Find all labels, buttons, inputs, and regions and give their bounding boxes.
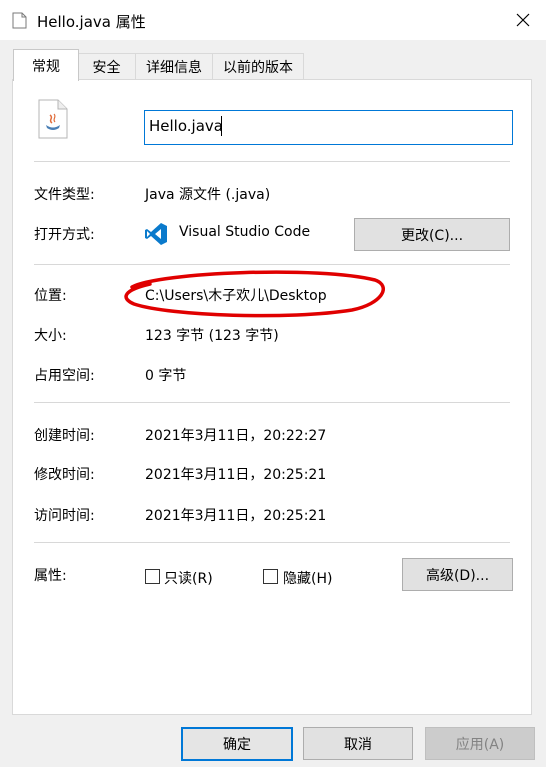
size-on-disk-label: 占用空间: [34,368,95,384]
filename-input[interactable]: Hello.java [144,110,513,145]
ok-button-label: 确定 [223,737,251,753]
size-value: 123 字节 (123 字节) [145,328,279,344]
vscode-icon [145,223,167,245]
java-file-icon [38,99,68,139]
separator [34,161,510,162]
readonly-checkbox[interactable] [145,569,160,584]
tab-general-label: 常规 [32,58,60,75]
tab-general[interactable]: 常规 [13,49,79,81]
tab-previous-versions-label: 以前的版本 [223,59,293,76]
close-icon [516,13,530,27]
readonly-label: 只读(R) [164,571,213,587]
tab-security-label: 安全 [92,59,121,76]
properties-dialog: Hello.java 属性 常规 安全 详细信息 以前的版本 Hello.jav… [0,0,546,767]
tab-previous-versions[interactable]: 以前的版本 [212,53,304,79]
tab-security[interactable]: 安全 [77,53,136,79]
close-button[interactable] [509,6,537,34]
filename-text: Hello.java [149,117,223,135]
location-label: 位置: [34,288,67,304]
text-cursor [221,116,222,136]
opens-with-label: 打开方式: [34,227,95,243]
file-icon [12,12,27,29]
cancel-button[interactable]: 取消 [303,727,413,760]
hidden-checkbox[interactable] [263,569,278,584]
window-title: Hello.java 属性 [37,13,146,31]
separator [34,402,510,403]
tab-details[interactable]: 详细信息 [135,53,213,79]
cancel-button-label: 取消 [344,736,372,753]
modified-value: 2021年3月11日，20:25:21 [145,467,327,483]
tab-details-label: 详细信息 [146,59,202,76]
hidden-label: 隐藏(H) [283,571,333,587]
created-label: 创建时间: [34,428,95,444]
size-on-disk-value: 0 字节 [145,368,187,384]
created-value: 2021年3月11日，20:22:27 [145,428,327,444]
red-annotation-circle [124,270,385,318]
change-button[interactable]: 更改(C)... [354,218,510,251]
apply-button: 应用(A) [425,727,535,760]
size-label: 大小: [34,328,67,344]
attributes-label: 属性: [34,568,67,584]
ok-button[interactable]: 确定 [181,727,293,761]
modified-label: 修改时间: [34,467,95,483]
general-panel [12,79,532,715]
accessed-value: 2021年3月11日，20:25:21 [145,508,327,524]
advanced-button[interactable]: 高级(D)... [402,558,513,591]
accessed-label: 访问时间: [34,508,95,524]
separator [34,542,510,543]
title-bar: Hello.java 属性 [0,0,546,40]
advanced-button-label: 高级(D)... [425,567,490,584]
file-type-value: Java 源文件 (.java) [145,187,271,203]
opens-with-value: Visual Studio Code [179,224,311,240]
file-type-label: 文件类型: [34,187,95,203]
apply-button-label: 应用(A) [455,736,505,753]
change-button-label: 更改(C)... [400,227,464,244]
